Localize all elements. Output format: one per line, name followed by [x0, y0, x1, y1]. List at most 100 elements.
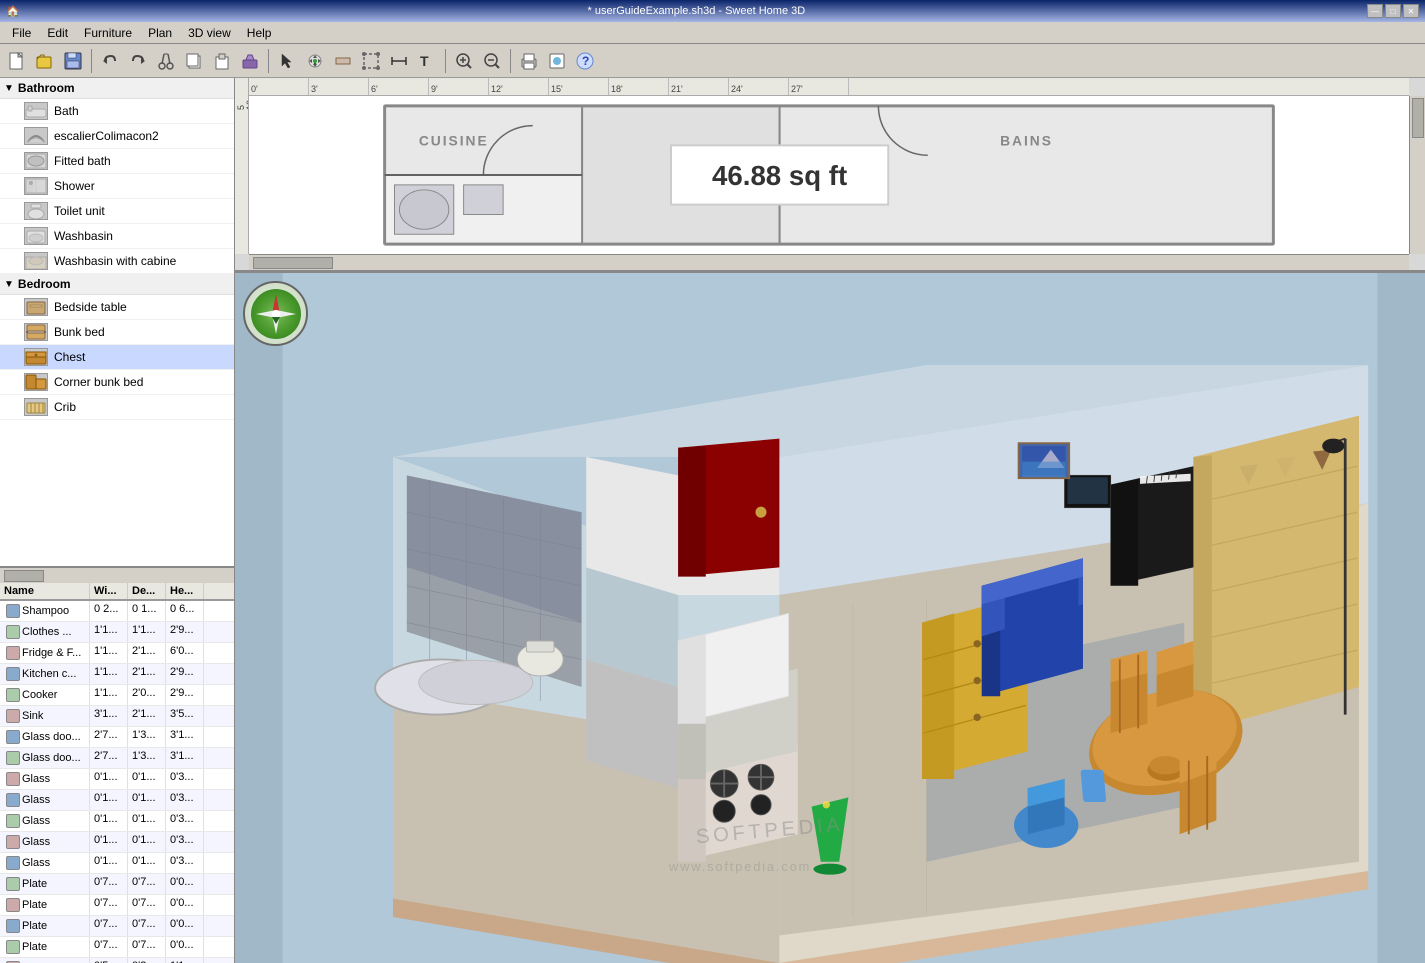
- tree-item-corner-bunk[interactable]: Corner bunk bed: [0, 370, 234, 395]
- tree-item-escalier[interactable]: escalierColimacon2: [0, 124, 234, 149]
- menu-edit[interactable]: Edit: [39, 24, 76, 42]
- table-row[interactable]: Shampoo0 2...0 1...0 6...: [0, 601, 234, 622]
- col-header-name[interactable]: Name: [0, 583, 90, 599]
- table-row[interactable]: Plate0'7...0'7...0'0...: [0, 874, 234, 895]
- copy-button[interactable]: [181, 48, 207, 74]
- create-dimension-tool[interactable]: [386, 48, 412, 74]
- table-row[interactable]: Fridge & F...1'1...2'1...6'0...: [0, 643, 234, 664]
- open-button[interactable]: [32, 48, 58, 74]
- washbasin-icon: [24, 227, 48, 245]
- category-bedroom[interactable]: ▼ Bedroom: [0, 274, 234, 295]
- minimize-button[interactable]: —: [1367, 4, 1383, 18]
- redo-button[interactable]: [125, 48, 151, 74]
- cell-value: 0'0...: [166, 874, 204, 894]
- paste-button[interactable]: [209, 48, 235, 74]
- create-text-tool[interactable]: T: [414, 48, 440, 74]
- cell-name: Oil servers: [0, 958, 90, 963]
- category-bathroom[interactable]: ▼ Bathroom: [0, 78, 234, 99]
- cell-value: 0 6...: [166, 601, 204, 621]
- cell-name: Clothes ...: [0, 622, 90, 642]
- ruler-mark-18: 18': [609, 78, 669, 95]
- create-rooms-tool[interactable]: [358, 48, 384, 74]
- table-row[interactable]: Sink3'1...2'1...3'5...: [0, 706, 234, 727]
- menu-furniture[interactable]: Furniture: [76, 24, 140, 42]
- table-row[interactable]: Glass doo...2'7...1'3...3'1...: [0, 748, 234, 769]
- print-button[interactable]: [516, 48, 542, 74]
- floor-plan-area[interactable]: 0' 3' 6' 9' 12' 15' 18' 21' 24' 27' 5 10…: [235, 78, 1425, 273]
- undo-button[interactable]: [97, 48, 123, 74]
- col-header-width[interactable]: Wi...: [90, 583, 128, 599]
- chest-icon: [24, 348, 48, 366]
- table-row[interactable]: Glass0'1...0'1...0'3...: [0, 769, 234, 790]
- cell-value: 0'7...: [90, 895, 128, 915]
- table-row[interactable]: Glass0'1...0'1...0'3...: [0, 811, 234, 832]
- table-row[interactable]: Clothes ...1'1...1'1...2'9...: [0, 622, 234, 643]
- cell-value: 1'3...: [128, 727, 166, 747]
- table-row[interactable]: Glass doo...2'7...1'3...3'1...: [0, 727, 234, 748]
- menu-file[interactable]: File: [4, 24, 39, 42]
- view-3d-area[interactable]: SOFTPEDIA www.softpedia.com: [235, 273, 1425, 963]
- table-row[interactable]: Plate0'7...0'7...0'0...: [0, 916, 234, 937]
- pan-tool[interactable]: [302, 48, 328, 74]
- save-button[interactable]: [60, 48, 86, 74]
- row-icon: [6, 772, 20, 786]
- cell-value: 0'0...: [166, 916, 204, 936]
- tree-item-bath-label: Bath: [54, 104, 79, 118]
- tree-item-toilet[interactable]: Toilet unit: [0, 199, 234, 224]
- maximize-button[interactable]: □: [1385, 4, 1401, 18]
- zoom-in-button[interactable]: [451, 48, 477, 74]
- table-row[interactable]: Plate0'7...0'7...0'0...: [0, 937, 234, 958]
- zoom-out-button[interactable]: [479, 48, 505, 74]
- add-furniture-button[interactable]: [237, 48, 263, 74]
- cell-value: 0'5...: [90, 958, 128, 963]
- table-row[interactable]: Glass0'1...0'1...0'3...: [0, 853, 234, 874]
- table-row[interactable]: Kitchen c...1'1...2'1...2'9...: [0, 664, 234, 685]
- table-row[interactable]: Oil servers0'5...0'2...1'1...: [0, 958, 234, 963]
- menu-plan[interactable]: Plan: [140, 24, 180, 42]
- table-row[interactable]: Cooker1'1...2'0...2'9...: [0, 685, 234, 706]
- row-icon: [6, 940, 20, 954]
- table-row[interactable]: Glass0'1...0'1...0'3...: [0, 832, 234, 853]
- help-button[interactable]: ?: [572, 48, 598, 74]
- furniture-tree[interactable]: ▼ Bathroom Bath escalierColimacon2: [0, 78, 234, 567]
- floor-plan-vscroll-thumb[interactable]: [1412, 98, 1424, 138]
- furniture-table[interactable]: Name Wi... De... He... Shampoo0 2...0 1.…: [0, 583, 234, 963]
- tree-item-crib[interactable]: Crib: [0, 395, 234, 420]
- export-button[interactable]: [544, 48, 570, 74]
- floor-plan-canvas[interactable]: CUISINE BAINS 46.88 sq ft: [249, 96, 1409, 254]
- floor-plan-hscroll[interactable]: [249, 254, 1409, 270]
- tree-item-crib-label: Crib: [54, 400, 76, 414]
- tree-item-bath[interactable]: Bath: [0, 99, 234, 124]
- tree-item-washbasin-cab[interactable]: Washbasin with cabine: [0, 249, 234, 274]
- compass[interactable]: [243, 281, 308, 346]
- create-walls-tool[interactable]: [330, 48, 356, 74]
- tree-item-fitted-bath[interactable]: Fitted bath: [0, 149, 234, 174]
- menu-3dview[interactable]: 3D view: [180, 24, 239, 42]
- tree-item-chest[interactable]: Chest: [0, 345, 234, 370]
- tree-hscrollbar[interactable]: [0, 567, 234, 583]
- menu-help[interactable]: Help: [239, 24, 280, 42]
- tree-hscroll-thumb[interactable]: [4, 570, 44, 582]
- close-button[interactable]: ✕: [1403, 4, 1419, 18]
- cell-value: 0'1...: [128, 853, 166, 873]
- table-row[interactable]: Plate0'7...0'7...0'0...: [0, 895, 234, 916]
- tree-item-bunkbed[interactable]: Bunk bed: [0, 320, 234, 345]
- table-row[interactable]: Glass0'1...0'1...0'3...: [0, 790, 234, 811]
- tree-item-bedside[interactable]: Bedside table: [0, 295, 234, 320]
- tree-item-shower[interactable]: Shower: [0, 174, 234, 199]
- cell-value: 2'1...: [128, 643, 166, 663]
- new-button[interactable]: [4, 48, 30, 74]
- floor-plan-vscroll[interactable]: [1409, 96, 1425, 254]
- select-tool[interactable]: [274, 48, 300, 74]
- cell-value: 0 2...: [90, 601, 128, 621]
- floor-plan-hscroll-thumb[interactable]: [253, 257, 333, 269]
- svg-text:www.softpedia.com: www.softpedia.com: [668, 859, 811, 874]
- row-icon: [6, 877, 20, 891]
- col-header-height[interactable]: He...: [166, 583, 204, 599]
- row-icon: [6, 793, 20, 807]
- tree-item-washbasin[interactable]: Washbasin: [0, 224, 234, 249]
- cut-button[interactable]: [153, 48, 179, 74]
- cell-value: 0'1...: [90, 769, 128, 789]
- cell-value: 0'1...: [128, 790, 166, 810]
- col-header-depth[interactable]: De...: [128, 583, 166, 599]
